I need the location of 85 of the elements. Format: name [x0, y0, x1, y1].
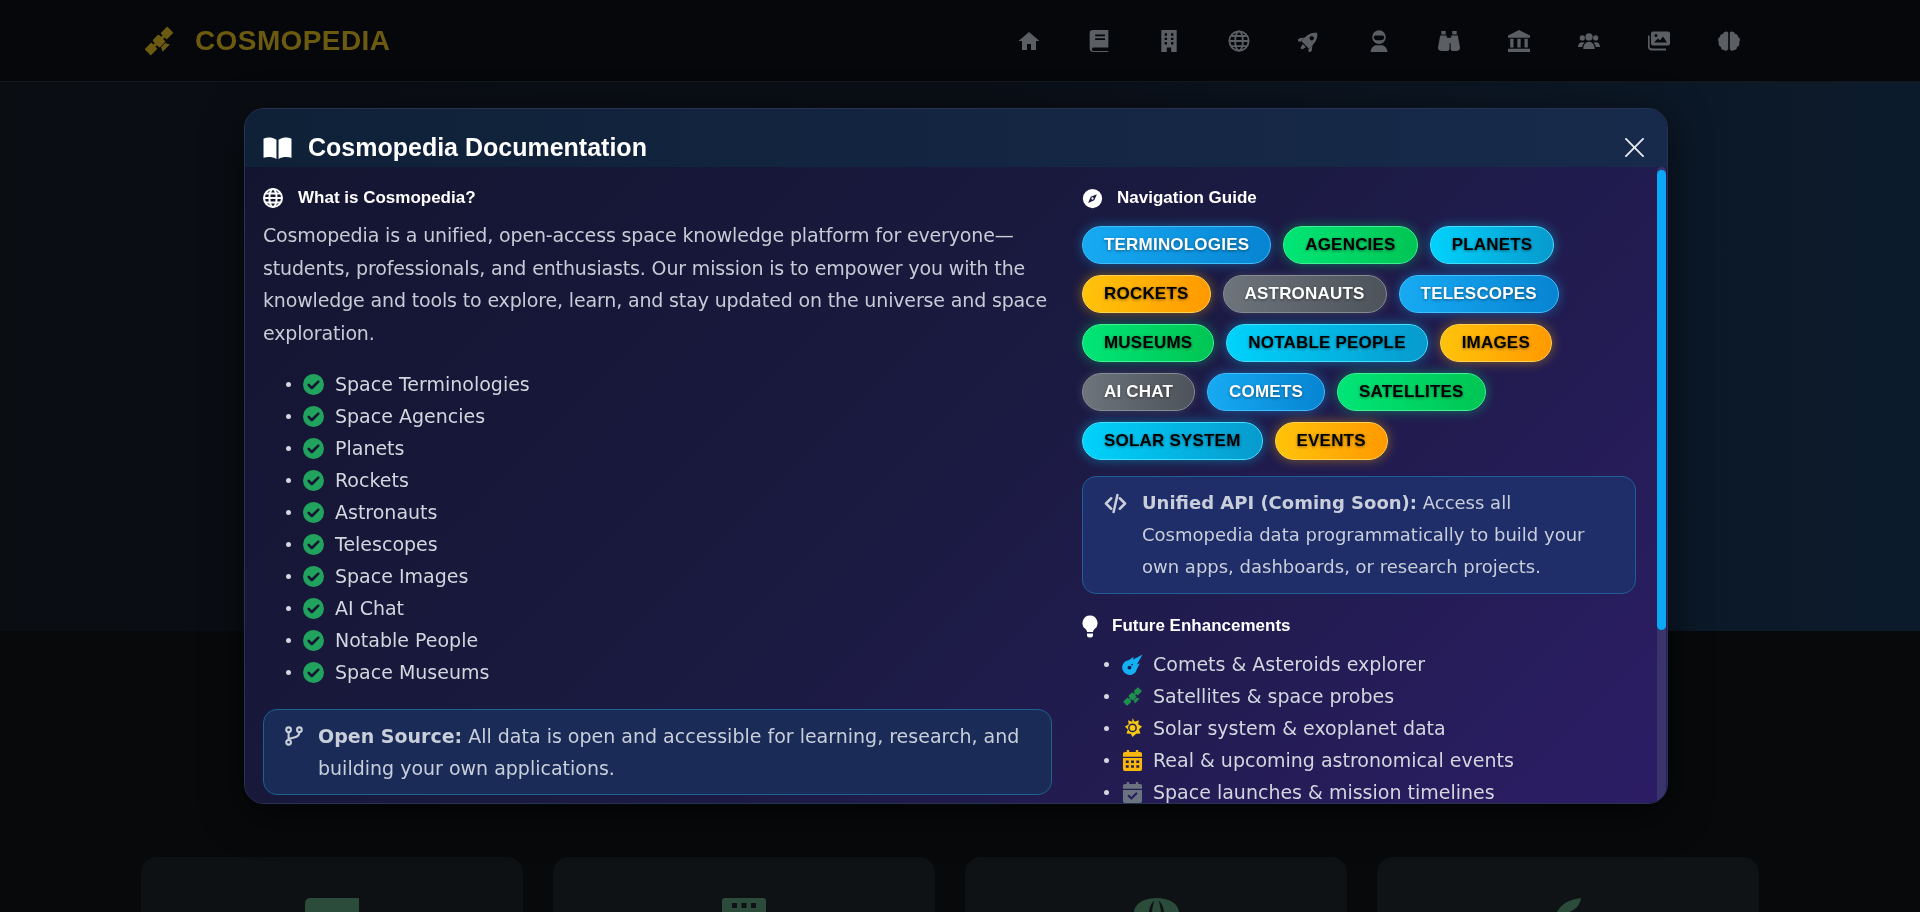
category-link[interactable]: EVENTS — [1274, 422, 1388, 460]
images-icon[interactable] — [1648, 29, 1670, 52]
globe-icon — [263, 188, 283, 208]
bullet-icon — [1104, 725, 1109, 731]
bullet-icon — [286, 509, 291, 515]
globe-icon[interactable] — [1228, 29, 1250, 52]
category-link[interactable]: SOLAR SYSTEM — [1082, 422, 1263, 460]
scrollbar-thumb[interactable] — [1657, 170, 1666, 630]
feature-item: Notable People — [335, 627, 479, 653]
building-icon[interactable] — [1158, 29, 1180, 52]
satellite-icon — [143, 24, 175, 57]
bullet-icon — [286, 381, 291, 387]
home-icon[interactable] — [1018, 29, 1040, 52]
brain-icon[interactable] — [1718, 29, 1740, 52]
api-note: Unified API (Coming Soon): Access all Cosmopedia data programmatically to build your own apps, dashboards, or research projects. — [1142, 491, 1586, 579]
comet-icon — [1122, 653, 1143, 675]
intro-paragraph: Cosmopedia is a unified, open-access space knowledge platform for everyone—students, professionals, and enthusiasts. Our mission is to empower you with the knowledge and tools to explore, learn, and stay updated on the universe and space exploration. — [263, 223, 1048, 346]
bullet-icon — [286, 477, 291, 483]
category-link[interactable]: NOTABLE PEOPLE — [1226, 324, 1428, 362]
future-feature-item: Satellites & space probes — [1153, 683, 1395, 709]
open-source-note: Open Source: All data is open and accessible for learning, research, and building your own applications. — [318, 724, 1021, 781]
check-circle-icon — [303, 597, 324, 619]
lightbulb-icon — [1082, 614, 1098, 638]
branch-icon — [285, 726, 303, 746]
feature-item: Space Museums — [335, 659, 490, 685]
calendar-icon — [1122, 749, 1143, 771]
future-feature-item: Solar system & exoplanet data — [1153, 715, 1446, 741]
feature-item: Space Terminologies — [335, 371, 530, 397]
modal-title: Cosmopedia Documentation — [308, 135, 647, 160]
astronaut-icon[interactable] — [1368, 29, 1390, 52]
section-heading: Navigation Guide — [1117, 187, 1257, 210]
compass-icon — [1082, 187, 1103, 209]
landmark-icon[interactable] — [1508, 29, 1530, 52]
bullet-icon — [1104, 661, 1109, 667]
category-link[interactable]: ASTRONAUTS — [1222, 275, 1387, 313]
check-circle-icon — [303, 629, 324, 651]
future-feature-item: Comets & Asteroids explorer — [1153, 651, 1426, 677]
feature-item: Space Images — [335, 563, 469, 589]
bullet-icon — [286, 573, 291, 579]
building-icon — [722, 898, 766, 912]
category-link[interactable]: PLANETS — [1429, 226, 1555, 264]
section-heading: Future Enhancements — [1112, 615, 1291, 638]
future-feature-item: Space launches & mission timelines — [1153, 779, 1495, 803]
category-link[interactable]: AI CHAT — [1082, 373, 1196, 411]
bullet-icon — [286, 669, 291, 675]
category-link[interactable]: IMAGES — [1439, 324, 1552, 362]
satellite-icon — [1122, 685, 1143, 707]
feature-item: Rockets — [335, 467, 409, 493]
card-icon — [305, 898, 359, 912]
book-icon[interactable] — [1088, 29, 1110, 52]
calendar-check-icon — [1122, 781, 1143, 803]
check-circle-icon — [303, 405, 324, 427]
future-feature-item: Real & upcoming astronomical events — [1153, 747, 1514, 773]
bullet-icon — [1104, 693, 1109, 699]
category-link[interactable]: AGENCIES — [1283, 226, 1418, 264]
category-link[interactable]: SATELLITES — [1337, 373, 1486, 411]
feature-item: Space Agencies — [335, 403, 486, 429]
binoculars-icon[interactable] — [1438, 29, 1460, 52]
bullet-icon — [286, 413, 291, 419]
bullet-icon — [1104, 789, 1109, 795]
feature-item: AI Chat — [335, 595, 405, 621]
category-link[interactable]: MUSEUMS — [1082, 324, 1215, 362]
bullet-icon — [286, 637, 291, 643]
close-icon — [1625, 138, 1644, 157]
close-button[interactable] — [1622, 135, 1647, 160]
check-circle-icon — [303, 661, 324, 683]
bullet-icon — [1104, 757, 1109, 763]
globe-icon — [1133, 898, 1179, 912]
check-circle-icon — [303, 437, 324, 459]
check-circle-icon — [303, 533, 324, 555]
open-book-icon — [263, 136, 292, 159]
section-heading: What is Cosmopedia? — [298, 187, 476, 210]
code-icon — [1102, 493, 1129, 514]
category-link[interactable]: ROCKETS — [1082, 275, 1211, 313]
check-circle-icon — [303, 373, 324, 395]
bullet-icon — [286, 445, 291, 451]
bullet-icon — [286, 605, 291, 611]
feature-item: Telescopes — [335, 531, 438, 557]
check-circle-icon — [303, 469, 324, 491]
bullet-icon — [286, 541, 291, 547]
check-circle-icon — [303, 501, 324, 523]
check-circle-icon — [303, 565, 324, 587]
feature-item: Astronauts — [335, 499, 438, 525]
sun-icon — [1122, 717, 1143, 739]
feature-item: Planets — [335, 435, 405, 461]
